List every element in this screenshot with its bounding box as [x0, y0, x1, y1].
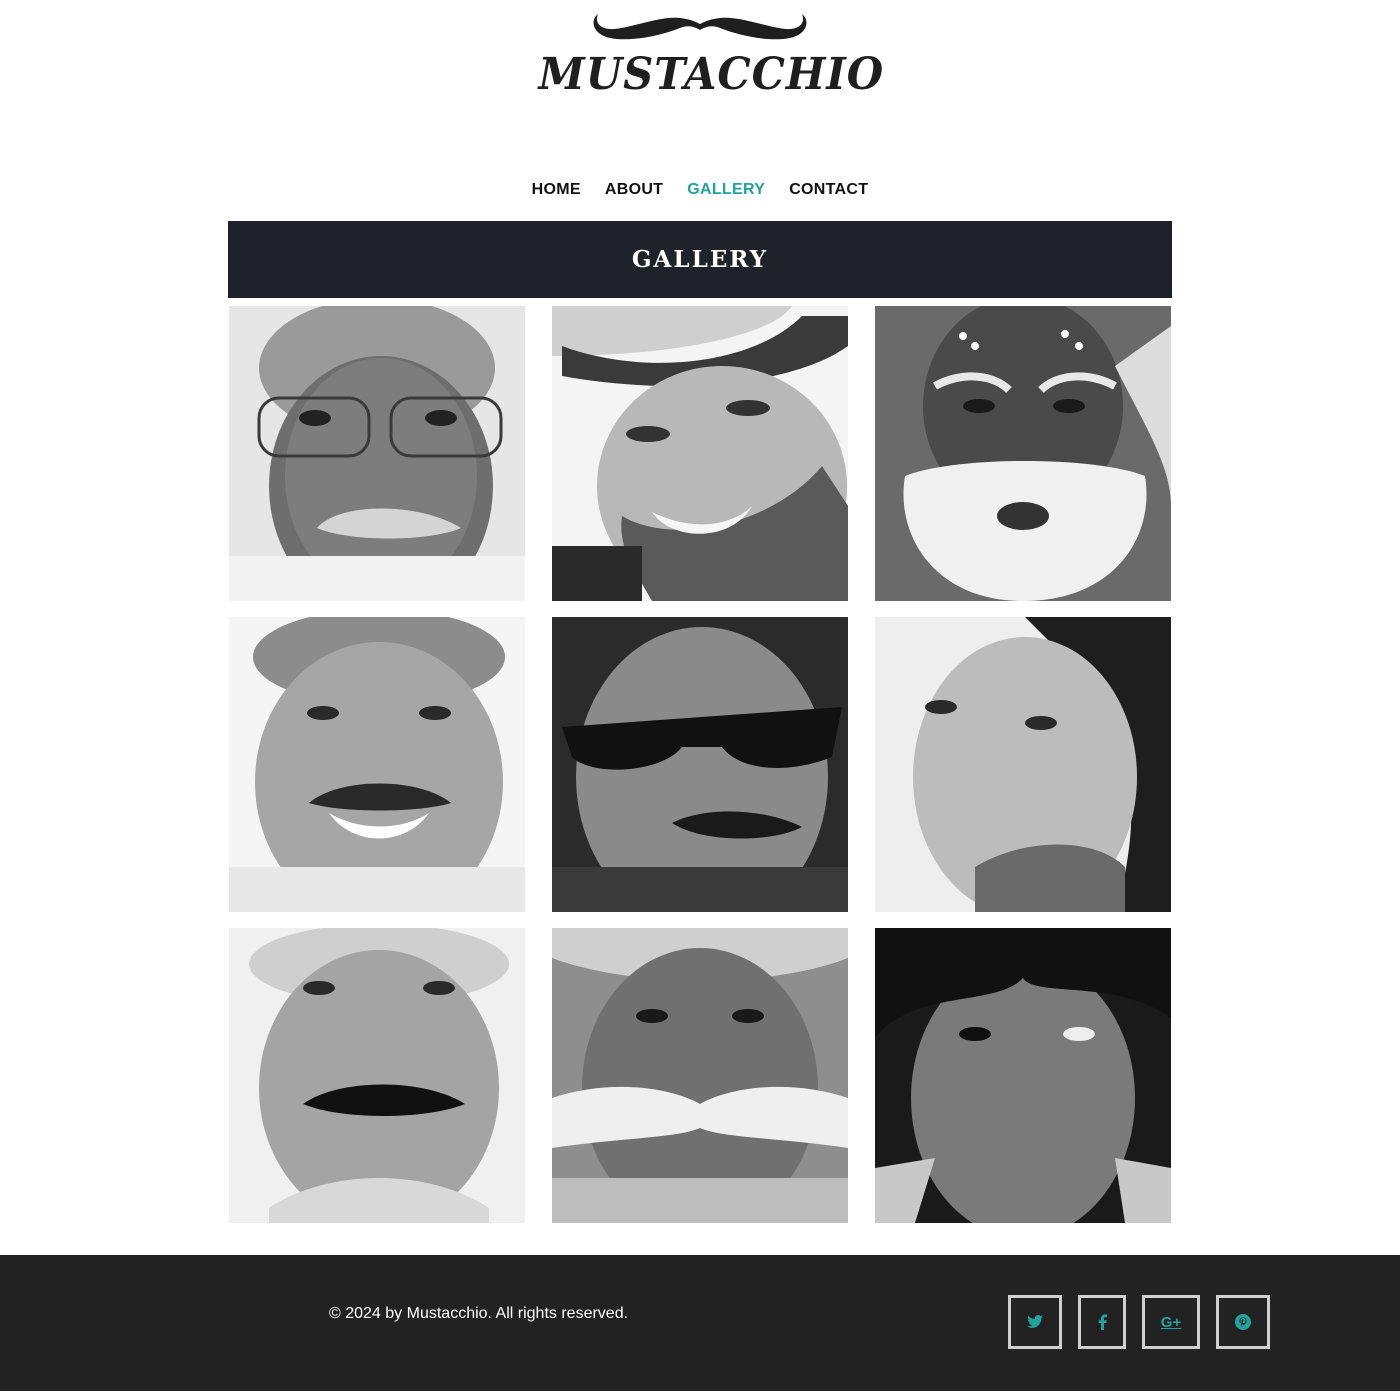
gallery-photo-5[interactable] [552, 617, 848, 912]
gallery-grid [229, 306, 1171, 1223]
gallery-photo-3[interactable] [875, 306, 1171, 601]
facebook-icon [1098, 1314, 1107, 1330]
gallery-photo-4[interactable] [229, 617, 525, 912]
nav-home[interactable]: HOME [532, 181, 581, 199]
nav-about[interactable]: ABOUT [605, 181, 663, 199]
gallery-photo-9[interactable] [875, 928, 1171, 1223]
gallery-photo-8[interactable] [552, 928, 848, 1223]
brand-name: MUSTACCHIO [538, 49, 885, 100]
copyright-text: © 2024 by Mustacchio. All rights reserve… [329, 1305, 629, 1322]
mustache-icon [593, 14, 807, 40]
pinterest-button[interactable] [1216, 1295, 1270, 1349]
nav-gallery[interactable]: GALLERY [687, 181, 765, 199]
google-plus-button[interactable]: G+ [1142, 1295, 1200, 1349]
main-nav: HOME ABOUT GALLERY CONTACT [0, 181, 1400, 199]
gallery-photo-6[interactable] [875, 617, 1171, 912]
site-footer: © 2024 by Mustacchio. All rights reserve… [0, 1255, 1400, 1391]
facebook-button[interactable] [1078, 1295, 1126, 1349]
site-logo[interactable]: MUSTACCHIO [530, 6, 885, 106]
gallery-photo-7[interactable] [229, 928, 525, 1223]
page-title: GALLERY [631, 246, 769, 273]
twitter-icon [1027, 1315, 1043, 1328]
gallery-photo-1[interactable] [229, 306, 525, 601]
gallery-photo-2[interactable] [552, 306, 848, 601]
twitter-button[interactable] [1008, 1295, 1062, 1349]
nav-contact[interactable]: CONTACT [789, 181, 868, 199]
google-plus-icon: G+ [1160, 1313, 1182, 1331]
page-banner: GALLERY [228, 221, 1172, 298]
pinterest-icon [1235, 1314, 1251, 1330]
